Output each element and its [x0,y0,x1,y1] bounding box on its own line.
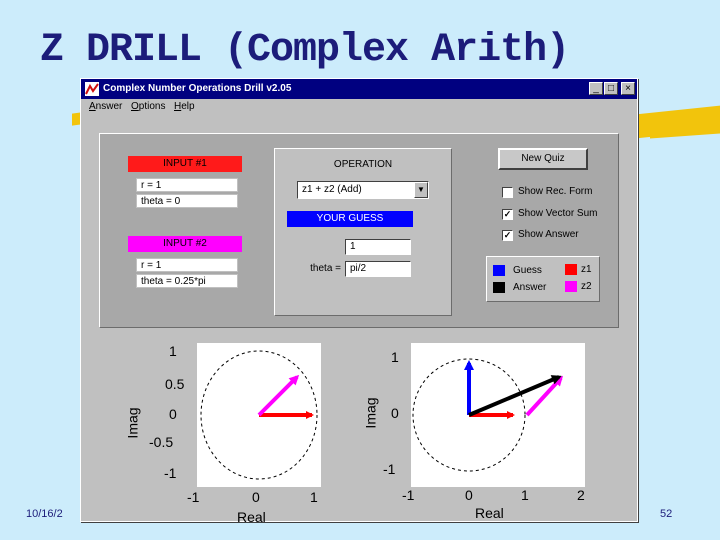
checkbox-label: Show Rec. Form [518,186,593,197]
legend-label-guess: Guess [513,265,542,276]
minimize-button[interactable]: _ [589,82,603,95]
drill-window: Complex Number Operations Drill v2.05 _ … [80,78,638,525]
menubar: Answer Options Help [81,99,637,115]
left-ytick: 1 [169,343,177,359]
left-ytick: 0.5 [165,376,185,392]
left-xlabel: Real [237,509,266,525]
dropdown-arrow-icon[interactable]: ▼ [414,182,428,198]
window-title: Complex Number Operations Drill v2.05 [103,83,292,94]
matlab-figure-icon [85,82,99,96]
slide-date: 10/16/2 [26,508,63,520]
legend-swatch-guess [493,265,505,276]
right-xlabel: Real [475,505,504,521]
left-xtick: 0 [252,489,260,505]
legend-label-z2: z2 [581,281,592,292]
left-ytick: -0.5 [149,434,174,450]
new-quiz-button[interactable]: New Quiz [498,148,588,170]
slide-title: Z DRILL (Complex Arith) [40,28,570,73]
right-plot-area [411,343,585,487]
input1-header: INPUT #1 [128,156,242,172]
input2-r-field[interactable]: r = 1 [136,258,238,272]
close-button[interactable]: × [621,82,635,95]
window-titlebar[interactable]: Complex Number Operations Drill v2.05 _ … [81,79,637,99]
menu-help[interactable]: Help [174,101,195,112]
right-xtick: -1 [402,487,415,503]
legend: Guess Answer z1 z2 [486,256,600,302]
checkbox-box[interactable]: ✓ [502,230,513,241]
right-ytick: -1 [383,461,396,477]
left-plot-area [197,343,321,487]
left-ytick: 0 [169,406,177,422]
legend-swatch-z2 [565,281,577,292]
right-plot-svg [412,358,564,472]
checkbox-label: Show Answer [518,229,579,240]
your-guess-header: YOUR GUESS [287,211,413,227]
right-ytick: 1 [391,349,399,365]
input2-header: INPUT #2 [128,236,242,252]
z2-vector [257,374,300,417]
input1-theta-field[interactable]: theta = 0 [136,194,238,208]
slide-page-number: 52 [660,508,673,520]
checkbox-box[interactable] [502,187,513,198]
left-xtick: -1 [187,489,200,505]
control-panel: INPUT #1 r = 1 theta = 0 INPUT #2 r = 1 … [99,133,619,328]
right-ylabel: Imag [362,397,379,429]
operation-select-value: z1 + z2 (Add) [302,184,362,195]
menu-options[interactable]: Options [131,101,165,112]
right-ytick: 0 [391,405,399,421]
input2-theta-field[interactable]: theta = 0.25*pi [136,274,238,288]
right-xtick: 2 [577,487,585,503]
input1-r-field[interactable]: r = 1 [136,178,238,192]
legend-swatch-z1 [565,264,577,275]
legend-label-z1: z1 [581,264,592,275]
left-plot-svg [200,350,318,480]
guess-theta-field[interactable]: pi/2 [345,261,411,277]
operation-panel: OPERATION z1 + z2 (Add) ▼ YOUR GUESS r =… [274,148,452,316]
checkbox-label: Show Vector Sum [518,208,598,219]
right-xtick: 1 [521,487,529,503]
legend-label-answer: Answer [513,282,547,293]
left-ylabel: Imag [124,407,141,439]
left-xtick: 1 [310,489,318,505]
maximize-button[interactable]: □ [604,82,618,95]
operation-header: OPERATION [333,159,393,170]
operation-select[interactable]: z1 + z2 (Add) ▼ [297,181,429,199]
legend-swatch-answer [493,282,505,293]
guess-theta-label: theta = [310,263,341,274]
guess-r-field[interactable]: 1 [345,239,411,255]
left-ytick: -1 [164,465,177,481]
checkbox-box[interactable]: ✓ [502,209,513,220]
menu-answer[interactable]: Answer [89,101,122,112]
right-xtick: 0 [465,487,473,503]
